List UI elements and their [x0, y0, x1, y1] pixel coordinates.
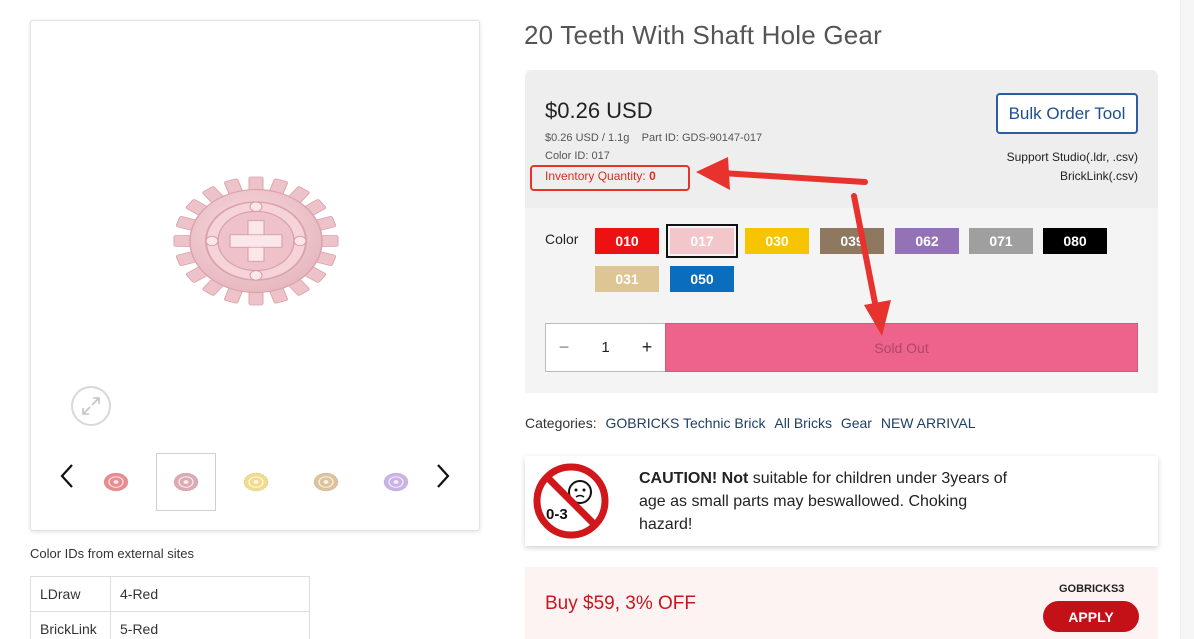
external-ids-title: Color IDs from external sites	[30, 546, 194, 561]
choking-caution: 0-3 CAUTION! Not suitable for children u…	[525, 456, 1158, 546]
color-swatch-017[interactable]: 017	[666, 224, 738, 258]
price-panel: $0.26 USD $0.26 USD / 1.1g Part ID: GDS-…	[525, 70, 1158, 208]
decrease-quantity-button[interactable]: −	[546, 337, 582, 358]
options-panel: Color 010 017 030 039 062 071 080 031 050 − 1 + …	[525, 208, 1158, 393]
site-name: LDraw	[30, 576, 111, 612]
promo-text: Buy $59, 3% OFF	[545, 593, 697, 614]
category-link[interactable]: NEW ARRIVAL	[881, 415, 976, 431]
no-under-3-icon: 0-3	[533, 463, 609, 539]
category-link[interactable]: GOBRICKS Technic Brick	[605, 415, 765, 431]
support-bricklink: BrickLink(.csv)	[1059, 169, 1138, 183]
color-swatch-031[interactable]: 031	[595, 266, 659, 292]
color-swatch-080[interactable]: 080	[1043, 228, 1107, 254]
category-link[interactable]: All Bricks	[774, 415, 832, 431]
chevron-right-icon[interactable]	[433, 461, 453, 491]
color-id: Color ID: 017	[545, 150, 610, 162]
product-thumbnail[interactable]	[86, 453, 146, 511]
unit-price-line: $0.26 USD / 1.1g Part ID: GDS-90147-017	[545, 132, 762, 144]
quantity-input[interactable]: 1	[582, 339, 629, 356]
support-formats: Support Studio(.ldr, .csv) BrickLink(.cs…	[1007, 148, 1138, 186]
page-scrollbar[interactable]	[1180, 0, 1194, 639]
chevron-left-icon[interactable]	[57, 461, 77, 491]
increase-quantity-button[interactable]: +	[629, 337, 665, 358]
quantity-stepper: − 1 +	[545, 323, 666, 372]
product-thumbnail[interactable]	[156, 453, 216, 511]
external-ids-table: LDraw 4-Red BrickLink 5-Red	[30, 576, 310, 639]
inventory-label: Inventory Quantity:	[545, 169, 646, 183]
caution-bold: CAUTION! Not	[639, 470, 749, 487]
part-id: Part ID: GDS-90147-017	[641, 132, 763, 144]
bulk-order-tool-button[interactable]: Bulk Order Tool	[996, 93, 1138, 134]
product-thumbnail[interactable]	[296, 453, 356, 511]
color-swatch-071[interactable]: 071	[969, 228, 1033, 254]
promo-code: GOBRICKS3	[1059, 583, 1125, 595]
site-color-id: 4-Red	[110, 576, 310, 612]
product-gallery	[30, 20, 480, 531]
unit-price: $0.26 USD / 1.1g	[545, 132, 630, 144]
color-swatch-010[interactable]: 010	[595, 228, 659, 254]
age-label: 0-3	[546, 506, 568, 523]
product-title: 20 Teeth With Shaft Hole Gear	[524, 20, 882, 50]
expand-icon[interactable]	[71, 386, 111, 426]
inventory-quantity: Inventory Quantity: 0	[545, 169, 656, 183]
color-swatch-030[interactable]: 030	[745, 228, 809, 254]
site-color-id: 5-Red	[110, 611, 310, 639]
category-link[interactable]: Gear	[841, 415, 872, 431]
product-main-image	[173, 176, 339, 306]
color-label: Color	[545, 231, 579, 247]
promo-banner: Buy $59, 3% OFF GOBRICKS3 APPLY	[525, 567, 1158, 639]
support-studio: Support Studio(.ldr, .csv)	[1006, 150, 1138, 164]
product-thumbnail[interactable]	[366, 453, 426, 511]
product-price: $0.26 USD	[545, 98, 653, 123]
inventory-value: 0	[649, 169, 656, 183]
site-name: BrickLink	[30, 611, 111, 639]
sold-out-button: Sold Out	[665, 323, 1138, 372]
apply-coupon-button[interactable]: APPLY	[1043, 601, 1139, 632]
color-swatch-050[interactable]: 050	[670, 266, 734, 292]
color-swatch-039[interactable]: 039	[820, 228, 884, 254]
table-row: LDraw 4-Red	[30, 576, 310, 612]
categories-label: Categories:	[525, 415, 597, 431]
product-thumbnail[interactable]	[226, 453, 286, 511]
color-swatch-062[interactable]: 062	[895, 228, 959, 254]
table-row: BrickLink 5-Red	[30, 611, 310, 639]
caution-text: CAUTION! Not suitable for children under…	[639, 467, 1019, 536]
categories: Categories: GOBRICKS Technic Brick All B…	[525, 415, 976, 431]
